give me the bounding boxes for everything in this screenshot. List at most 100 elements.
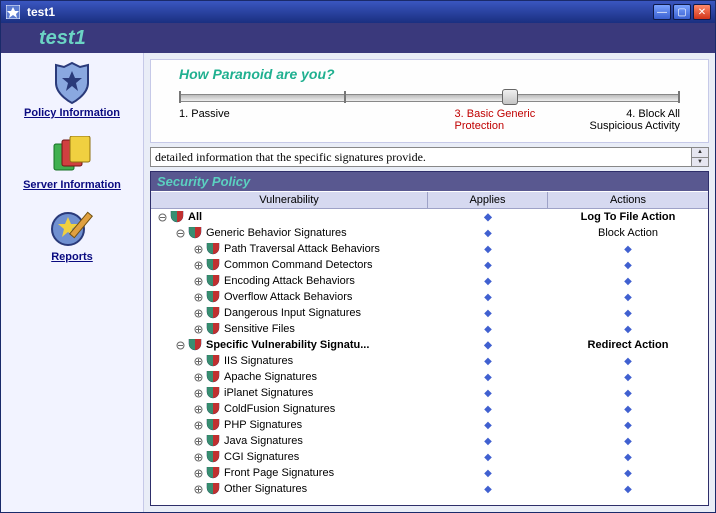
tree-expander-closed-icon[interactable]: [193, 324, 204, 335]
tree-row[interactable]: Overflow Attack Behaviors◆◆: [151, 289, 708, 305]
tree-row-applies-cell[interactable]: ◆: [428, 403, 548, 415]
sidebar-item-policy-information[interactable]: Policy Information: [12, 61, 132, 119]
tree-row-applies-cell[interactable]: ◆: [428, 435, 548, 447]
tree-expander-closed-icon[interactable]: [193, 388, 204, 399]
tree-row[interactable]: Java Signatures◆◆: [151, 433, 708, 449]
tree-expander-closed-icon[interactable]: [193, 276, 204, 287]
tree-row-action-cell[interactable]: Redirect Action: [548, 339, 708, 351]
tree-expander-open-icon[interactable]: [157, 212, 168, 223]
tree-expander-closed-icon[interactable]: [193, 452, 204, 463]
tree-row[interactable]: Apache Signatures ◆◆: [151, 369, 708, 385]
tree-row[interactable]: Encoding Attack Behaviors ◆◆: [151, 273, 708, 289]
column-header-applies[interactable]: Applies: [428, 192, 548, 208]
tree-row-applies-cell[interactable]: ◆: [428, 211, 548, 223]
tree-row-applies-cell[interactable]: ◆: [428, 371, 548, 383]
tree-expander-closed-icon[interactable]: [193, 484, 204, 495]
tree-row-action-cell[interactable]: Log To File Action: [548, 211, 708, 223]
tree-row-applies-cell[interactable]: ◆: [428, 323, 548, 335]
security-policy-tree[interactable]: All◆Log To File ActionGeneric Behavior S…: [151, 209, 708, 505]
tree-row[interactable]: CGI Signatures◆◆: [151, 449, 708, 465]
tree-row[interactable]: Other Signatures ◆◆: [151, 481, 708, 497]
tree-row[interactable]: Generic Behavior Signatures◆Block Action: [151, 225, 708, 241]
tree-row[interactable]: PHP Signatures◆◆: [151, 417, 708, 433]
tree-row-action-cell[interactable]: ◆: [548, 291, 708, 303]
shield-icon: [206, 451, 220, 463]
tree-row-applies-cell[interactable]: ◆: [428, 275, 548, 287]
sidebar-item-reports[interactable]: Reports: [12, 205, 132, 263]
tree-row-action-cell[interactable]: ◆: [548, 387, 708, 399]
tree-expander-closed-icon[interactable]: [193, 308, 204, 319]
paranoid-slider[interactable]: [179, 88, 680, 106]
tree-row-action-cell[interactable]: ◆: [548, 259, 708, 271]
window-close-button[interactable]: ✕: [693, 4, 711, 20]
column-header-vulnerability[interactable]: Vulnerability: [151, 192, 428, 208]
diamond-icon: ◆: [624, 260, 632, 271]
tree-row-label: Other Signatures: [224, 483, 307, 495]
tree-row-applies-cell[interactable]: ◆: [428, 227, 548, 239]
tree-row-action-cell[interactable]: ◆: [548, 355, 708, 367]
tree-row-applies-cell[interactable]: ◆: [428, 387, 548, 399]
spinner-up-button[interactable]: ▲: [692, 148, 708, 158]
tree-row-action-cell[interactable]: ◆: [548, 483, 708, 495]
tree-row[interactable]: All◆Log To File Action: [151, 209, 708, 225]
tree-row-applies-cell[interactable]: ◆: [428, 355, 548, 367]
tree-expander-open-icon[interactable]: [175, 340, 186, 351]
tree-row-label: Apache Signatures: [224, 371, 317, 383]
tree-row-action-cell[interactable]: ◆: [548, 275, 708, 287]
tree-row[interactable]: Path Traversal Attack Behaviors◆◆: [151, 241, 708, 257]
diamond-icon: ◆: [484, 356, 492, 367]
tree-row[interactable]: Common Command Detectors◆◆: [151, 257, 708, 273]
window-minimize-button[interactable]: —: [653, 4, 671, 20]
slider-thumb[interactable]: [502, 89, 518, 105]
tree-row-action-cell[interactable]: ◆: [548, 307, 708, 319]
detail-input[interactable]: [150, 147, 692, 167]
tree-row[interactable]: Front Page Signatures◆◆: [151, 465, 708, 481]
tree-row[interactable]: Dangerous Input Signatures◆◆: [151, 305, 708, 321]
tree-row[interactable]: ColdFusion Signatures◆◆: [151, 401, 708, 417]
tree-expander-closed-icon[interactable]: [193, 292, 204, 303]
tree-row-applies-cell[interactable]: ◆: [428, 467, 548, 479]
tree-row-action-cell[interactable]: ◆: [548, 243, 708, 255]
tree-row-action-cell[interactable]: ◆: [548, 403, 708, 415]
tree-row-action-cell[interactable]: ◆: [548, 371, 708, 383]
tree-expander-closed-icon[interactable]: [193, 244, 204, 255]
diamond-icon: ◆: [484, 468, 492, 479]
sidebar-item-server-information[interactable]: Server Information: [12, 133, 132, 191]
tree-row-vulnerability-cell: Encoding Attack Behaviors: [151, 275, 428, 287]
tree-row-applies-cell[interactable]: ◆: [428, 291, 548, 303]
shield-icon: [206, 355, 220, 367]
security-policy-title: Security Policy: [151, 172, 708, 191]
tree-row-label: Encoding Attack Behaviors: [224, 275, 355, 287]
tree-expander-closed-icon[interactable]: [193, 260, 204, 271]
column-header-actions[interactable]: Actions: [548, 192, 708, 208]
tree-expander-closed-icon[interactable]: [193, 468, 204, 479]
tree-row-applies-cell[interactable]: ◆: [428, 243, 548, 255]
tree-row-applies-cell[interactable]: ◆: [428, 307, 548, 319]
tree-row-applies-cell[interactable]: ◆: [428, 419, 548, 431]
shield-icon: [206, 419, 220, 431]
tree-row-action-cell[interactable]: ◆: [548, 323, 708, 335]
tree-row-action-cell[interactable]: ◆: [548, 435, 708, 447]
spinner-down-button[interactable]: ▼: [692, 158, 708, 167]
tree-expander-closed-icon[interactable]: [193, 356, 204, 367]
tree-expander-closed-icon[interactable]: [193, 404, 204, 415]
tree-expander-closed-icon[interactable]: [193, 372, 204, 383]
tree-row-action-cell[interactable]: ◆: [548, 419, 708, 431]
window-maximize-button[interactable]: ▢: [673, 4, 691, 20]
tree-row[interactable]: IIS Signatures◆◆: [151, 353, 708, 369]
tree-row-action-cell[interactable]: ◆: [548, 451, 708, 463]
tree-row[interactable]: iPlanet Signatures◆◆: [151, 385, 708, 401]
tree-expander-closed-icon[interactable]: [193, 436, 204, 447]
tree-row-action-cell[interactable]: ◆: [548, 467, 708, 479]
tree-row-vulnerability-cell: Common Command Detectors: [151, 259, 428, 271]
tree-expander-closed-icon[interactable]: [193, 420, 204, 431]
tree-row-applies-cell[interactable]: ◆: [428, 451, 548, 463]
diamond-icon: ◆: [624, 436, 632, 447]
tree-row-applies-cell[interactable]: ◆: [428, 259, 548, 271]
tree-row[interactable]: Specific Vulnerability Signatu...◆Redire…: [151, 337, 708, 353]
tree-expander-open-icon[interactable]: [175, 228, 186, 239]
tree-row[interactable]: Sensitive Files◆◆: [151, 321, 708, 337]
tree-row-action-cell[interactable]: Block Action: [548, 227, 708, 239]
tree-row-applies-cell[interactable]: ◆: [428, 483, 548, 495]
tree-row-applies-cell[interactable]: ◆: [428, 339, 548, 351]
